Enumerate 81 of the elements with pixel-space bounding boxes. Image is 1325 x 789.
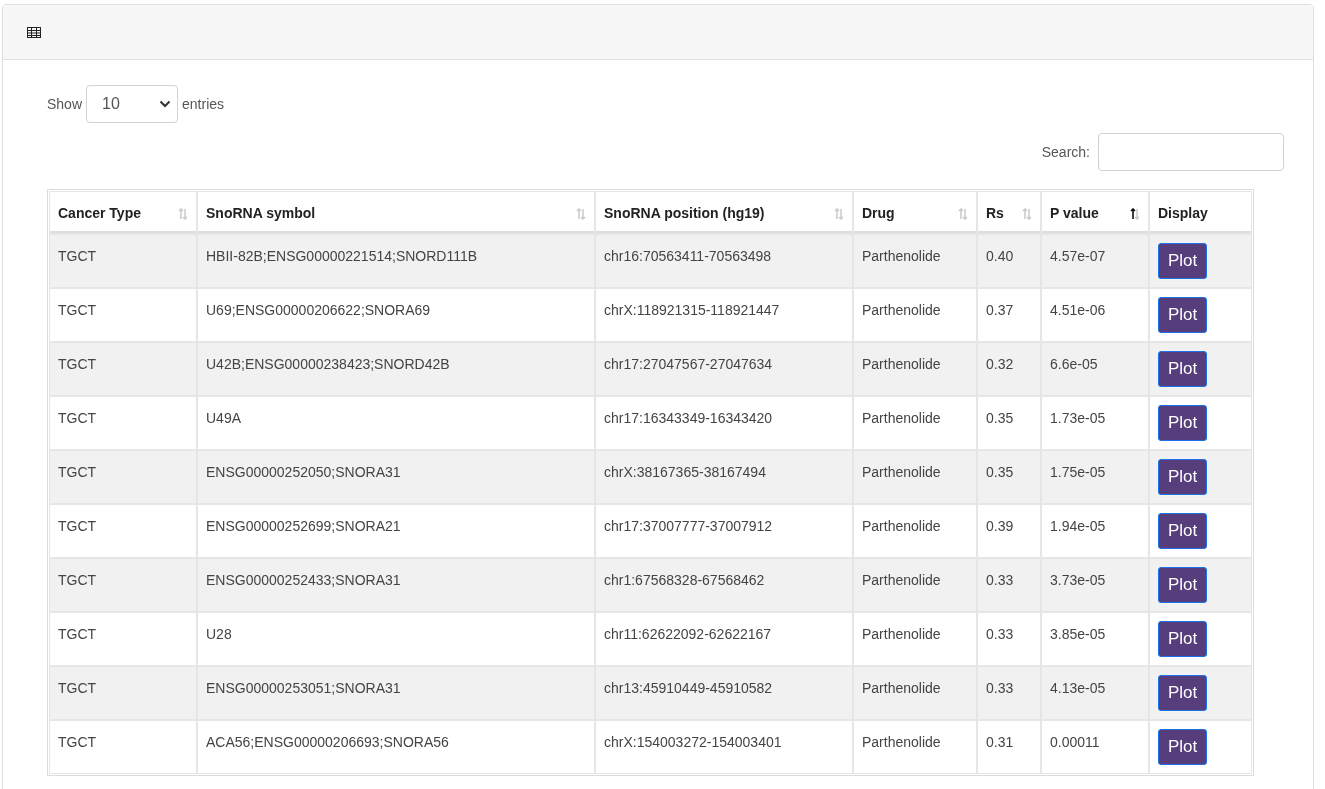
table-cell: TGCT (50, 343, 196, 395)
table-cell: 0.00011 (1042, 721, 1148, 773)
table-cell: chr17:37007777-37007912 (596, 505, 852, 557)
table-cell: 1.94e-05 (1042, 505, 1148, 557)
plot-button[interactable]: Plot (1158, 297, 1208, 333)
table-cell: Parthenolide (854, 505, 976, 557)
table-cell: Parthenolide (854, 289, 976, 341)
plot-button[interactable]: Plot (1158, 351, 1208, 387)
table-cell: 6.6e-05 (1042, 343, 1148, 395)
plot-button[interactable]: Plot (1158, 405, 1208, 441)
table-cell: TGCT (50, 613, 196, 665)
table-cell: TGCT (50, 721, 196, 773)
plot-button[interactable]: Plot (1158, 567, 1208, 603)
search-label: Search: (1041, 144, 1090, 160)
table-cell: 4.13e-05 (1042, 667, 1148, 719)
table-cell: ENSG00000252699;SNORA21 (198, 505, 594, 557)
plot-button[interactable]: Plot (1158, 459, 1208, 495)
table-cell: Parthenolide (854, 667, 976, 719)
show-label: Show (47, 96, 83, 112)
table-cell: U69;ENSG00000206622;SNORA69 (198, 289, 594, 341)
table-cell: chr17:27047567-27047634 (596, 343, 852, 395)
table-cell: TGCT (50, 505, 196, 557)
entries-label: entries (182, 96, 225, 112)
table-cell: ENSG00000252050;SNORA31 (198, 451, 594, 503)
table-cell: 4.51e-06 (1042, 289, 1148, 341)
search-field[interactable] (1098, 133, 1284, 171)
table-cell: 3.73e-05 (1042, 559, 1148, 611)
table-cell: chrX:118921315-118921447 (596, 289, 852, 341)
table-cell: Parthenolide (854, 343, 976, 395)
table-cell: 0.33 (978, 559, 1040, 611)
table-cell: TGCT (50, 559, 196, 611)
table-cell: 0.32 (978, 343, 1040, 395)
table-cell: TGCT (50, 397, 196, 449)
caret-icon (159, 100, 172, 108)
table-cell: 0.39 (978, 505, 1040, 557)
table-cell: 0.33 (978, 613, 1040, 665)
table-cell: chr13:45910449-45910582 (596, 667, 852, 719)
table-icon (27, 26, 41, 38)
plot-button[interactable]: Plot (1158, 243, 1208, 279)
table-cell: chr11:62622092-62622167 (596, 613, 852, 665)
table-cell: 0.37 (978, 289, 1040, 341)
table-cell: Parthenolide (854, 559, 976, 611)
table-cell: 0.35 (978, 451, 1040, 503)
plot-button[interactable]: Plot (1158, 729, 1208, 765)
table-cell: ACA56;ENSG00000206693;SNORA56 (198, 721, 594, 773)
entries-select[interactable]: 10 (86, 85, 179, 123)
table-cell: Parthenolide (854, 235, 976, 287)
table-cell: Parthenolide (854, 721, 976, 773)
column-header[interactable]: SnoRNA symbol (198, 192, 594, 233)
table-cell: 0.33 (978, 667, 1040, 719)
column-header[interactable]: Cancer Type (50, 192, 196, 233)
table-cell: TGCT (50, 451, 196, 503)
table-cell: 0.31 (978, 721, 1040, 773)
table-cell: 1.73e-05 (1042, 397, 1148, 449)
plot-button[interactable]: Plot (1158, 621, 1208, 657)
column-header[interactable]: Drug (854, 192, 976, 233)
column-header[interactable]: SnoRNA position (hg19) (596, 192, 852, 233)
table-cell: chr16:70563411-70563498 (596, 235, 852, 287)
table-cell: TGCT (50, 667, 196, 719)
plot-button[interactable]: Plot (1158, 513, 1208, 549)
table-cell: U28 (198, 613, 594, 665)
table-cell: chr17:16343349-16343420 (596, 397, 852, 449)
plot-button[interactable]: Plot (1158, 675, 1208, 711)
table-cell: Parthenolide (854, 451, 976, 503)
table-cell: 4.57e-07 (1042, 235, 1148, 287)
table-cell: ENSG00000252433;SNORA31 (198, 559, 594, 611)
table-cell: TGCT (50, 289, 196, 341)
table-cell: HBII-82B;ENSG00000221514;SNORD111B (198, 235, 594, 287)
table-cell: U42B;ENSG00000238423;SNORD42B (198, 343, 594, 395)
table-cell: U49A (198, 397, 594, 449)
table-cell: Parthenolide (854, 397, 976, 449)
table-cell: chr1:67568328-67568462 (596, 559, 852, 611)
table-cell: chrX:154003272-154003401 (596, 721, 852, 773)
table-cell: Parthenolide (854, 613, 976, 665)
table-cell: 1.75e-05 (1042, 451, 1148, 503)
table-cell: 0.40 (978, 235, 1040, 287)
table-cell: 0.35 (978, 397, 1040, 449)
table-cell: chrX:38167365-38167494 (596, 451, 852, 503)
table-cell: ENSG00000253051;SNORA31 (198, 667, 594, 719)
table-cell: 3.85e-05 (1042, 613, 1148, 665)
table-cell: TGCT (50, 235, 196, 287)
